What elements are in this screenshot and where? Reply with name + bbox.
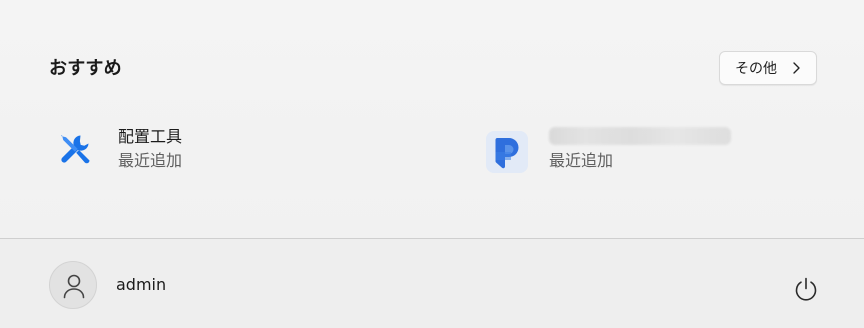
start-menu-footer: admin: [0, 239, 864, 328]
item-subtitle: 最近追加: [118, 151, 183, 170]
tools-icon: [54, 130, 98, 174]
person-icon: [63, 274, 85, 299]
recommended-item-app[interactable]: 最近追加: [485, 124, 815, 180]
item-name: 配置工具: [118, 127, 183, 146]
avatar: [49, 261, 97, 309]
recommended-title: おすすめ: [49, 58, 122, 79]
recommended-item-config-tool[interactable]: 配置工具 最近追加: [54, 124, 414, 180]
more-button-label: その他: [735, 61, 777, 77]
item-subtitle: 最近追加: [549, 151, 614, 170]
power-button[interactable]: [789, 272, 823, 306]
recommended-section: おすすめ その他 配置工具 最近追加 最近追加: [0, 0, 864, 238]
chevron-right-icon: [791, 62, 801, 74]
user-name: admin: [116, 275, 167, 294]
more-button[interactable]: その他: [719, 51, 817, 85]
power-icon: [795, 277, 817, 301]
blurred-item-name: [549, 127, 731, 145]
start-menu-panel: おすすめ その他 配置工具 最近追加 最近追加 admin: [0, 0, 864, 328]
user-account-button[interactable]: admin: [49, 261, 269, 309]
p-app-icon: [485, 130, 529, 174]
